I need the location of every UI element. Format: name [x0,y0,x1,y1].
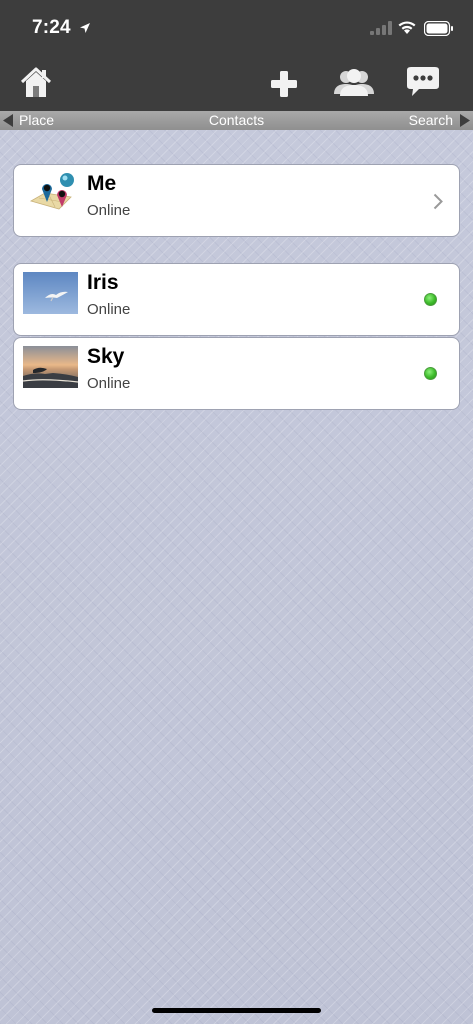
contact-avatar [23,346,78,388]
contact-status: Online [87,375,131,392]
group-icon [334,69,374,96]
battery-icon [424,21,453,36]
signal-icon [370,21,392,35]
chat-button[interactable] [403,64,443,102]
tab-contacts: Contacts [208,112,265,128]
location-arrow-icon [80,23,90,33]
contact-name: Iris [87,271,119,294]
online-indicator [424,293,437,306]
chat-icon [407,67,439,96]
map-pins-icon [29,173,74,210]
home-indicator[interactable] [152,1008,321,1013]
tab-strip: Place Contacts Search [0,111,473,130]
chevron-right-icon [433,193,443,210]
contact-avatar [23,272,78,314]
contact-name: Sky [87,345,125,368]
contact-card-sky[interactable]: Sky Online [13,337,460,410]
groups-button[interactable] [332,64,376,102]
wifi-icon [398,21,416,34]
my-profile-card[interactable]: Me Online [13,164,460,237]
home-icon [20,67,52,97]
contact-status: Online [87,301,131,318]
add-contact-button[interactable] [264,64,304,102]
home-button[interactable] [16,64,56,102]
tab-search[interactable]: Search [409,111,453,130]
contact-card-iris[interactable]: Iris Online [13,263,460,336]
my-status: Online [87,202,131,219]
right-arrow-icon[interactable] [459,114,471,127]
online-indicator [424,367,437,380]
nav-bar [0,56,473,111]
my-name: Me [87,172,117,195]
add-icon [271,71,297,97]
status-bar: 7:24 [0,0,473,56]
status-time: 7:24 [32,17,71,38]
